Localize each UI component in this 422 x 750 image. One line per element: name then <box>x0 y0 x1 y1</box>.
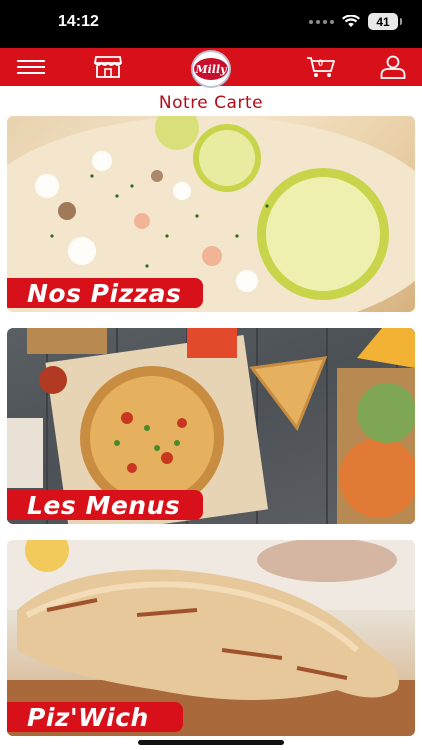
brand-logo[interactable]: Milly <box>191 50 231 88</box>
user-icon <box>380 55 406 79</box>
status-bar: 14:12 41 <box>0 0 422 48</box>
signal-dots-icon <box>309 19 334 24</box>
battery-level: 41 <box>376 14 390 29</box>
store-button[interactable] <box>93 48 123 86</box>
menu-button[interactable] <box>14 48 48 86</box>
storefront-icon <box>94 56 122 78</box>
category-card-pizzas[interactable]: Nos Pizzas <box>7 116 415 312</box>
category-label: Piz'Wich <box>7 702 183 732</box>
home-indicator[interactable] <box>138 740 284 745</box>
battery-icon: 41 <box>368 13 402 30</box>
category-card-menus[interactable]: Les Menus <box>7 328 415 524</box>
status-icons: 41 <box>309 13 402 30</box>
wifi-icon <box>342 15 360 27</box>
account-button[interactable] <box>378 48 408 86</box>
logo-text: Milly <box>195 62 227 76</box>
page-title: Notre Carte <box>158 93 264 113</box>
hamburger-menu-icon <box>17 60 45 74</box>
cart-count-badge: 0 <box>318 58 324 68</box>
category-label: Nos Pizzas <box>7 278 203 308</box>
cart-button[interactable]: 0 <box>305 48 337 86</box>
category-label: Les Menus <box>7 490 203 520</box>
status-time: 14:12 <box>58 13 99 30</box>
category-card-pizwich[interactable]: Piz'Wich <box>7 540 415 736</box>
